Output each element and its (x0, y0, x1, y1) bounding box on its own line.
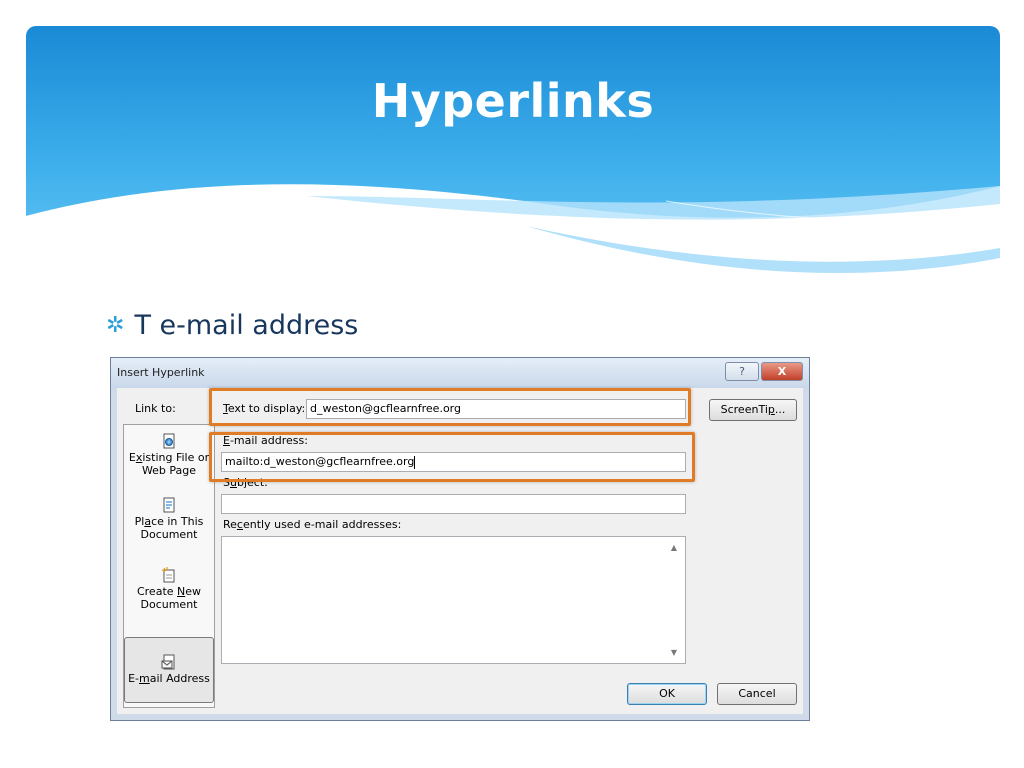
link-to-place-in-document[interactable]: Place in This Document (124, 497, 214, 541)
ok-button[interactable]: OK (627, 683, 707, 705)
screentip-button[interactable]: ScreenTip... (709, 399, 797, 421)
scroll-up-icon[interactable]: ▲ (671, 543, 677, 552)
insert-hyperlink-dialog: Insert Hyperlink ? X Link to: Existing F… (110, 357, 810, 721)
recent-emails-label: Recently used e-mail addresses: (223, 518, 402, 531)
help-button[interactable]: ? (725, 362, 759, 381)
link-to-create-line1: Create New (136, 585, 202, 598)
dialog-title: Insert Hyperlink (117, 366, 205, 379)
cancel-button[interactable]: Cancel (717, 683, 797, 705)
close-button[interactable]: X (761, 362, 803, 381)
title-banner (26, 26, 1000, 284)
link-to-create-line2: Document (140, 598, 198, 611)
place-in-document-icon (163, 497, 175, 513)
highlight-email-address (209, 432, 695, 482)
link-to-existing-line1: Existing File or (128, 451, 210, 464)
create-new-document-icon (161, 567, 175, 583)
bullet-text: T e-mail address (134, 310, 359, 341)
recent-emails-list[interactable]: ▲ ▼ (221, 536, 686, 664)
highlight-text-to-display (209, 388, 691, 426)
link-to-create-new-document[interactable]: Create New Document (124, 567, 214, 611)
subject-input[interactable] (221, 494, 686, 514)
link-to-email-address[interactable]: E-mail Address (124, 637, 214, 703)
existing-file-icon (163, 433, 175, 449)
link-to-panel: Existing File or Web Page Place in This … (123, 424, 215, 708)
link-to-place-line1: Place in This (134, 515, 204, 528)
dialog-titlebar[interactable]: Insert Hyperlink ? X (111, 358, 809, 388)
link-to-email-line1: E-mail Address (128, 672, 210, 685)
link-to-existing-file[interactable]: Existing File or Web Page (124, 433, 214, 477)
bullet-star-icon: ✲ (106, 313, 125, 338)
slide-title: Hyperlinks (371, 74, 655, 128)
link-to-label: Link to: (135, 402, 176, 415)
link-to-place-line2: Document (140, 528, 198, 541)
email-address-icon (161, 654, 175, 670)
link-to-existing-line2: Web Page (141, 464, 197, 477)
bullet-item: ✲ T e-mail address (106, 310, 358, 341)
scroll-down-icon[interactable]: ▼ (671, 648, 677, 657)
